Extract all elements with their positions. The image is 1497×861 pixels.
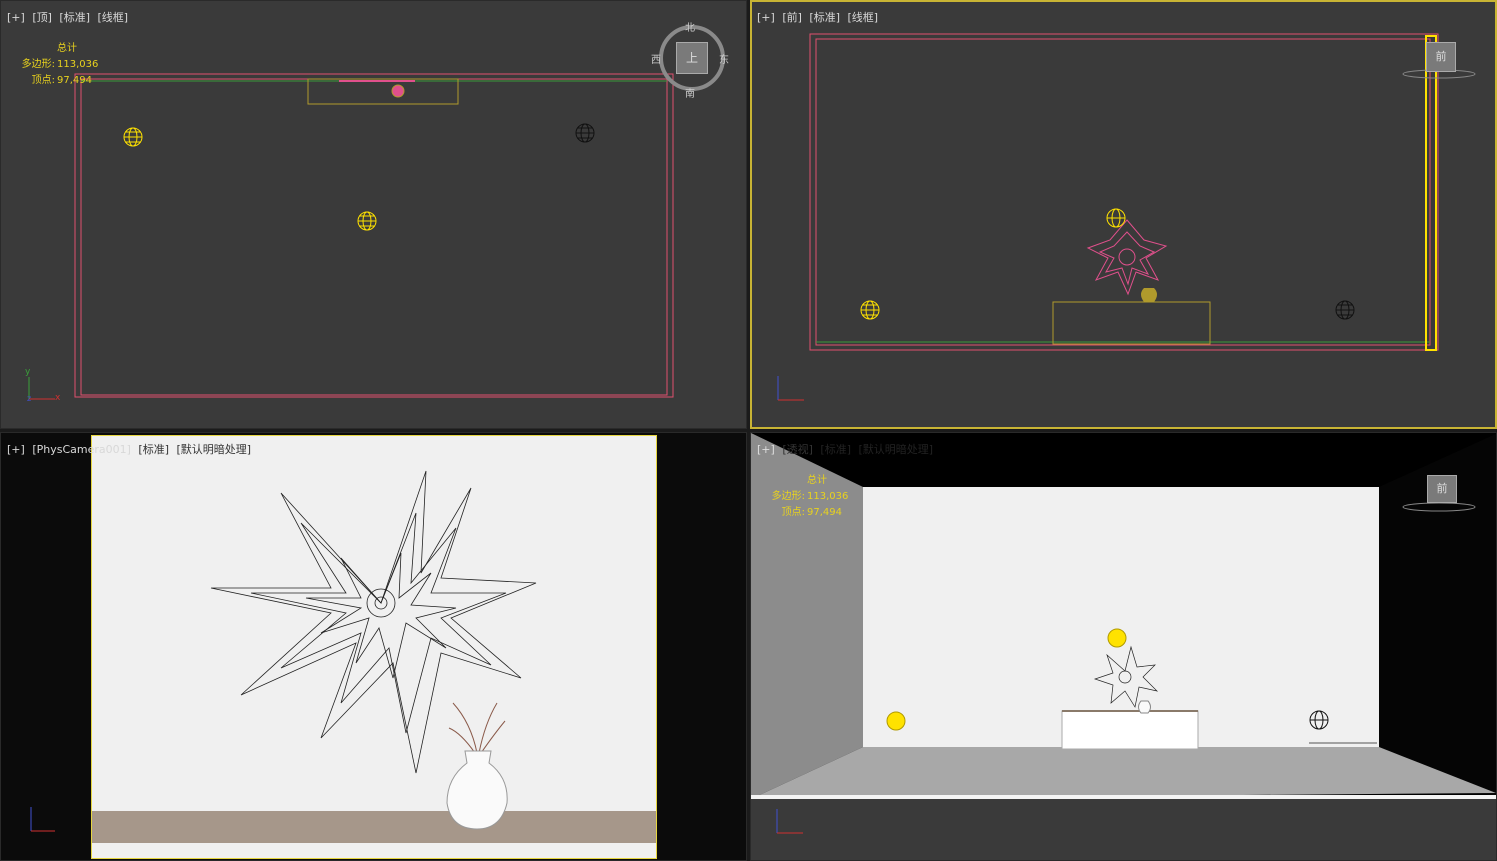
bottom-area [751,799,1496,860]
flower-render [210,470,537,774]
viewport-top-label[interactable]: [+] [顶] [标准] [线框] [7,9,132,25]
viewport-menu-plus[interactable]: [+] [757,11,775,24]
viewport-display-mode[interactable]: [默认明暗处理] [177,443,252,456]
viewport-view-name[interactable]: [顶] [32,11,52,24]
viewport-shading[interactable]: [标准] [809,11,840,24]
viewport-persp-label[interactable]: [+] [透视] [标准] [默认明暗处理] [757,441,937,457]
viewport-camera-canvas[interactable] [1,433,747,861]
viewport-camera[interactable]: [+] [PhysCamera001] [标准] [默认明暗处理] [0,432,747,861]
flower-wireframe [1086,219,1168,296]
viewcube-face-front[interactable]: 前 [1426,42,1456,72]
axis-z-label: z [27,394,32,403]
light-sphere-2 [357,211,377,231]
stats-vert-value: 97,494 [57,75,92,86]
stats-vert-label: 顶点: [781,507,805,518]
axis-x-label: x [55,393,61,403]
viewport-front[interactable]: [+] [前] [标准] [线框] 前 [750,0,1497,429]
viewcube-face-top[interactable]: 上 [676,42,708,74]
table-front [1052,301,1211,345]
room-front-inner [815,38,1431,346]
vase-persp [1138,700,1151,714]
stats-poly-label: 多边形: [771,491,805,502]
vase-top [391,84,405,98]
floor [751,747,1496,799]
table-wireframe [307,78,459,105]
viewport-view-name[interactable]: [前] [782,11,802,24]
room-front-outer [809,33,1439,351]
viewport-display-mode[interactable]: [线框] [98,11,129,24]
floor-edge [751,795,1496,799]
vase-branches [448,702,506,754]
light-front-3 [1335,300,1355,320]
room-wall-outer [74,73,674,398]
viewcube-face-persp[interactable]: 前 [1427,475,1457,503]
viewport-front-label[interactable]: [+] [前] [标准] [线框] [757,9,882,25]
viewport-shading[interactable]: [标准] [820,443,851,456]
light-sphere-3 [575,123,595,143]
light-front-2 [860,300,880,320]
viewport-shading[interactable]: [标准] [138,443,169,456]
compass-west[interactable]: 西 [651,51,661,66]
light-persp-1 [1107,628,1127,648]
selected-wall [1425,35,1437,351]
stats-vert-value: 97,494 [807,507,842,518]
scene-statistics-persp: 总计 多边形: 113,036 顶点: 97,494 [765,473,849,521]
viewport-display-mode[interactable]: [线框] [848,11,879,24]
viewport-perspective[interactable]: 前 [+] [透视] [标准] [默认明暗处理] 总计 多边形: 113,036 … [750,432,1497,861]
compass-east[interactable]: 东 [719,51,729,66]
viewport-camera-label[interactable]: [+] [PhysCamera001] [标准] [默认明暗处理] [7,441,255,457]
axis-y-label: y [25,367,31,377]
viewport-top-canvas[interactable] [1,1,747,429]
stats-poly-value: 113,036 [807,491,849,502]
light-front-1 [1106,208,1126,228]
viewport-top[interactable]: [+] [顶] [标准] [线框] 总计 多边形: 113,036 顶点: 97,4… [0,0,747,429]
vase-front [1141,288,1157,302]
stats-title: 总计 [57,43,77,54]
stats-vert-label: 顶点: [31,75,55,86]
viewport-display-mode[interactable]: [默认明暗处理] [859,443,934,456]
viewport-menu-plus[interactable]: [+] [7,443,25,456]
viewport-menu-plus[interactable]: [+] [7,11,25,24]
light-persp-2 [886,711,906,731]
compass-south[interactable]: 南 [685,85,695,100]
viewport-front-canvas[interactable] [752,2,1497,429]
viewport-shading[interactable]: [标准] [59,11,90,24]
stats-poly-label: 多边形: [21,59,55,70]
vase-render [446,750,508,830]
viewport-menu-plus[interactable]: [+] [757,443,775,456]
table-persp [1061,710,1199,750]
light-sphere-1 [123,127,143,147]
viewcube-top[interactable]: 上 北 南 西 东 [651,23,729,100]
stats-poly-value: 113,036 [57,59,99,70]
viewport-view-name[interactable]: [PhysCamera001] [32,443,131,456]
scene-statistics: 总计 多边形: 113,036 顶点: 97,494 [15,41,99,89]
viewport-persp-canvas[interactable] [751,433,1497,861]
back-wall [863,487,1379,747]
viewport-view-name[interactable]: [透视] [782,443,813,456]
stats-title: 总计 [807,475,827,486]
compass-north[interactable]: 北 [685,19,695,34]
